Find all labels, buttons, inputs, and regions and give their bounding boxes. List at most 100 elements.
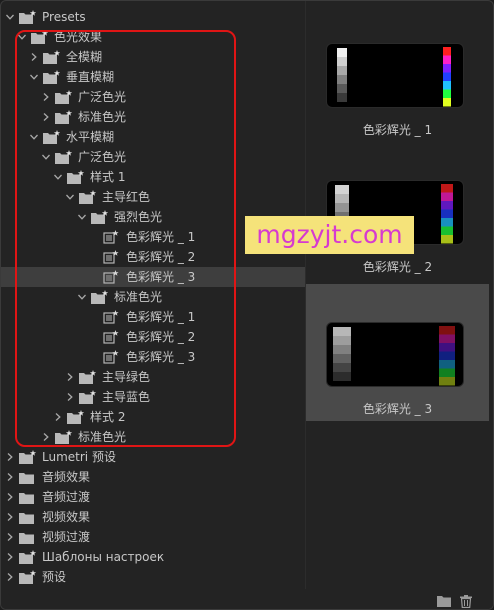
tree-item-label: 色彩辉光 _ 3 [126,350,196,364]
tree-folder-item[interactable]: Шаблоны настроек [1,547,305,567]
chevron-right-icon[interactable] [5,447,15,467]
tree-folder-item[interactable]: 标准色光 [1,427,305,447]
tree-item-label: 垂直模糊 [66,70,115,84]
no-chevron [89,247,99,267]
chevron-right-icon[interactable] [5,527,15,547]
folder-star-icon [19,570,37,584]
preset-item[interactable]: 色彩辉光 _ 3 [1,267,305,287]
preset-preview[interactable]: 色彩辉光 _ 1 [306,5,489,142]
preview-caption: 色彩辉光 _ 2 [362,260,433,274]
preset-icon [103,270,121,284]
preset-icon [103,310,121,324]
preset-item[interactable]: 色彩辉光 _ 1 [1,307,305,327]
tree-item-label: 强烈色光 [114,210,163,224]
tree-folder-item[interactable]: Presets [1,7,305,27]
tree-folder-item[interactable]: 水平模糊 [1,127,305,147]
preview-caption: 色彩辉光 _ 1 [362,123,433,137]
tree-folder-item[interactable]: 垂直模糊 [1,67,305,87]
preview-thumbnail [326,322,464,387]
tree-item-label: 色彩辉光 _ 1 [126,230,196,244]
tree-folder-item[interactable]: 样式 2 [1,407,305,427]
no-chevron [89,347,99,367]
preview-thumbnail [326,43,464,108]
tree-item-label: 主导绿色 [102,370,151,384]
tree-item-label: 视频过渡 [42,530,91,544]
tree-folder-item[interactable]: 主导绿色 [1,367,305,387]
chevron-down-icon[interactable] [53,167,63,187]
tree-folder-item[interactable]: 样式 1 [1,167,305,187]
chevron-right-icon[interactable] [65,387,75,407]
chevron-down-icon[interactable] [41,147,51,167]
no-chevron [89,267,99,287]
tree-folder-item[interactable]: 视频效果 [1,507,305,527]
folder-icon [19,470,37,484]
delete-icon[interactable] [460,595,474,609]
tree-item-label: Lumetri 预设 [42,450,116,464]
tree-item-label: 水平模糊 [66,130,115,144]
chevron-down-icon[interactable] [65,187,75,207]
folder-star-icon [55,90,73,104]
preset-tree: Presets 色光效果 全模糊 垂直模糊 广泛色光 标准色光 水平模糊 广泛色光 样式 1 主导… [1,5,305,587]
chevron-right-icon[interactable] [41,87,51,107]
new-bin-icon[interactable] [437,595,451,607]
tree-item-label: 色彩辉光 _ 2 [126,330,196,344]
tree-item-label: 样式 1 [90,170,126,184]
tree-folder-item[interactable]: 色光效果 [1,27,305,47]
tree-item-label: 标准色光 [114,290,163,304]
chevron-right-icon[interactable] [5,507,15,527]
tree-item-label: Шаблоны настроек [42,550,165,564]
tree-folder-item[interactable]: 标准色光 [1,107,305,127]
tree-folder-item[interactable]: 主导蓝色 [1,387,305,407]
preset-item[interactable]: 色彩辉光 _ 3 [1,347,305,367]
chevron-down-icon[interactable] [77,287,87,307]
folder-star-icon [19,550,37,564]
chevron-right-icon[interactable] [29,47,39,67]
preset-preview[interactable]: 色彩辉光 _ 2 [306,142,489,279]
tree-item-label: Presets [42,10,86,24]
folder-icon [19,510,37,524]
preview-caption: 色彩辉光 _ 3 [362,402,433,416]
folder-star-icon [43,130,61,144]
tree-item-label: 全模糊 [66,50,103,64]
tree-folder-item[interactable]: 预设 [1,567,305,587]
tree-folder-item[interactable]: 音频过渡 [1,487,305,507]
tree-item-label: 音频过渡 [42,490,91,504]
tree-item-label: 音频效果 [42,470,91,484]
tree-item-label: 样式 2 [90,410,126,424]
folder-star-icon [91,210,109,224]
chevron-right-icon[interactable] [5,487,15,507]
chevron-right-icon[interactable] [5,567,15,587]
chevron-right-icon[interactable] [5,547,15,567]
tree-item-label: 预设 [42,570,67,584]
chevron-right-icon[interactable] [53,407,63,427]
chevron-down-icon[interactable] [29,127,39,147]
chevron-right-icon[interactable] [41,427,51,447]
tree-folder-item[interactable]: 音频效果 [1,467,305,487]
folder-star-icon [31,30,49,44]
tree-item-label: 主导蓝色 [102,390,151,404]
tree-item-label: 广泛色光 [78,90,127,104]
chevron-down-icon[interactable] [77,207,87,227]
chevron-right-icon[interactable] [65,367,75,387]
chevron-down-icon[interactable] [5,7,15,27]
preset-item[interactable]: 色彩辉光 _ 2 [1,327,305,347]
tree-folder-item[interactable]: 主导红色 [1,187,305,207]
chevron-right-icon[interactable] [41,107,51,127]
tree-folder-item[interactable]: 广泛色光 [1,147,305,167]
tree-folder-item[interactable]: 视频过渡 [1,527,305,547]
tree-folder-item[interactable]: 标准色光 [1,287,305,307]
tree-folder-item[interactable]: Lumetri 预设 [1,447,305,467]
preset-icon [103,230,121,244]
tree-item-label: 色彩辉光 _ 2 [126,250,196,264]
tree-folder-item[interactable]: 全模糊 [1,47,305,67]
tree-folder-item[interactable]: 广泛色光 [1,87,305,107]
preset-icon [103,250,121,264]
no-chevron [89,327,99,347]
preset-preview[interactable]: 色彩辉光 _ 3 [306,284,489,421]
tree-item-label: 色彩辉光 _ 3 [126,270,196,284]
chevron-down-icon[interactable] [29,67,39,87]
no-chevron [89,227,99,247]
chevron-down-icon[interactable] [17,27,27,47]
folder-star-icon [19,450,37,464]
chevron-right-icon[interactable] [5,467,15,487]
